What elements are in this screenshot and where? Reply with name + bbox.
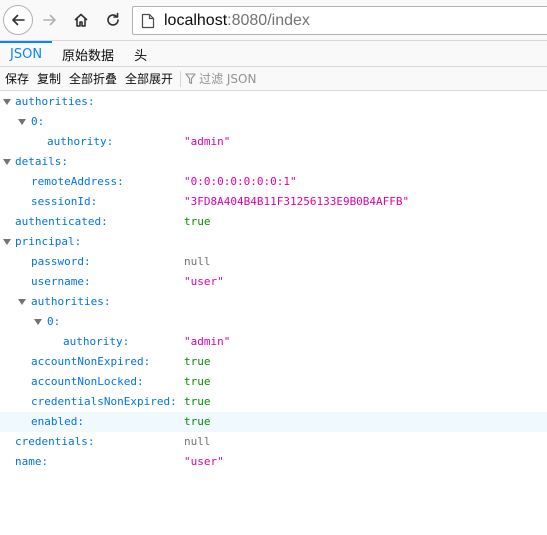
tree-row-principal-authorities[interactable]: authorities: — [0, 292, 547, 312]
expand-arrow-icon[interactable] — [18, 299, 26, 305]
tree-value: "user" — [184, 275, 224, 288]
tree-key: 0: — [31, 115, 45, 128]
tree-row-details[interactable]: details: — [0, 152, 547, 172]
filter-placeholder: 过滤 JSON — [199, 72, 257, 86]
tree-key: username: — [31, 275, 91, 288]
tab-json[interactable]: JSON — [0, 41, 53, 67]
expand-arrow-icon[interactable] — [3, 159, 11, 165]
tree-key: principal: — [15, 235, 82, 248]
tree-row-principal-authority[interactable]: authority: "admin" — [0, 332, 547, 352]
tree-key: authority: — [47, 135, 114, 148]
funnel-filter-icon — [185, 72, 196, 85]
tab-label: 头 — [134, 48, 148, 64]
tree-row-principal-authorities-0[interactable]: 0: — [0, 312, 547, 332]
tree-key: authority: — [63, 335, 130, 348]
save-button[interactable]: 保存 — [2, 70, 32, 87]
tree-row-authenticated[interactable]: authenticated: true — [0, 212, 547, 232]
tree-key: authorities: — [31, 295, 111, 308]
collapse-all-button[interactable]: 全部折叠 — [66, 70, 120, 87]
address-bar[interactable]: localhost:8080/index — [132, 6, 547, 35]
url-host: localhost — [164, 11, 228, 29]
navigation-bar: localhost:8080/index — [0, 0, 547, 41]
tree-key: remoteAddress: — [31, 175, 124, 188]
tree-value: "0:0:0:0:0:0:0:1" — [184, 175, 297, 188]
tree-key: credentialsNonExpired: — [31, 395, 177, 408]
url-path: :8080/index — [227, 11, 310, 29]
home-button[interactable] — [66, 5, 96, 35]
expand-all-button[interactable]: 全部展开 — [122, 70, 176, 87]
viewer-tabs: JSON 原始数据 头 — [0, 41, 547, 67]
tree-value: null — [184, 255, 211, 268]
page-icon — [141, 13, 155, 29]
tab-label: JSON — [10, 46, 43, 62]
copy-button[interactable]: 复制 — [34, 70, 64, 87]
home-icon — [74, 13, 88, 27]
tree-key: enabled: — [31, 415, 84, 428]
expand-arrow-icon[interactable] — [18, 119, 26, 125]
expand-arrow-icon[interactable] — [3, 239, 11, 245]
tree-row-account-non-locked[interactable]: accountNonLocked: true — [0, 372, 547, 392]
tree-row-account-non-expired[interactable]: accountNonExpired: true — [0, 352, 547, 372]
tree-key: sessionId: — [31, 195, 98, 208]
forward-button[interactable] — [35, 5, 65, 35]
json-toolbar: 保存 复制 全部折叠 全部展开 过滤 JSON — [0, 67, 547, 91]
tab-headers[interactable]: 头 — [124, 41, 157, 67]
tree-key: 0: — [47, 315, 61, 328]
url-text: localhost:8080/index — [164, 12, 310, 30]
tree-row-credentials[interactable]: credentials: null — [0, 432, 547, 452]
tree-value: true — [184, 415, 211, 428]
expand-arrow-icon[interactable] — [3, 99, 11, 105]
tree-key: name: — [15, 455, 49, 468]
tree-value: "admin" — [184, 135, 231, 148]
tree-row-credentials-non-expired[interactable]: credentialsNonExpired: true — [0, 392, 547, 412]
reload-button[interactable] — [98, 5, 128, 35]
expand-arrow-icon[interactable] — [34, 319, 42, 325]
forward-arrow-icon — [43, 14, 56, 26]
tab-raw-data[interactable]: 原始数据 — [52, 41, 124, 67]
json-tree: authorities: 0: authority: "admin" detai… — [0, 92, 547, 472]
toolbar-divider — [180, 70, 182, 87]
back-arrow-icon — [12, 14, 25, 26]
tree-key: accountNonExpired: — [31, 355, 151, 368]
tree-value: "admin" — [184, 335, 231, 348]
tree-key: authenticated: — [15, 215, 108, 228]
tree-row-name[interactable]: name: "user" — [0, 452, 547, 472]
tree-key: accountNonLocked: — [31, 375, 144, 388]
tree-value: null — [184, 435, 211, 448]
tree-key: password: — [31, 255, 91, 268]
tree-row-authorities-0[interactable]: 0: — [0, 112, 547, 132]
tree-value: true — [184, 355, 211, 368]
reload-icon — [107, 12, 119, 26]
tree-value: true — [184, 215, 211, 228]
tree-row-remote-address[interactable]: remoteAddress: "0:0:0:0:0:0:0:1" — [0, 172, 547, 192]
tree-row-password[interactable]: password: null — [0, 252, 547, 272]
tree-row-authority[interactable]: authority: "admin" — [0, 132, 547, 152]
tree-row-authorities[interactable]: authorities: — [0, 92, 547, 112]
filter-json-input[interactable]: 过滤 JSON — [185, 70, 256, 87]
tree-value: true — [184, 375, 211, 388]
tree-row-session-id[interactable]: sessionId: "3FD8A404B4B11F31256133E9B0B4… — [0, 192, 547, 212]
tree-row-username[interactable]: username: "user" — [0, 272, 547, 292]
tree-value: "3FD8A404B4B11F31256133E9B0B4AFFB" — [184, 195, 410, 208]
tree-value: "user" — [184, 455, 224, 468]
tree-value: true — [184, 395, 211, 408]
tree-row-principal[interactable]: principal: — [0, 232, 547, 252]
back-button[interactable] — [3, 5, 33, 35]
tree-key: credentials: — [15, 435, 95, 448]
tab-label: 原始数据 — [62, 48, 115, 64]
tree-key: details: — [15, 155, 68, 168]
tree-row-enabled[interactable]: enabled: true — [0, 412, 547, 432]
tree-key: authorities: — [15, 95, 95, 108]
